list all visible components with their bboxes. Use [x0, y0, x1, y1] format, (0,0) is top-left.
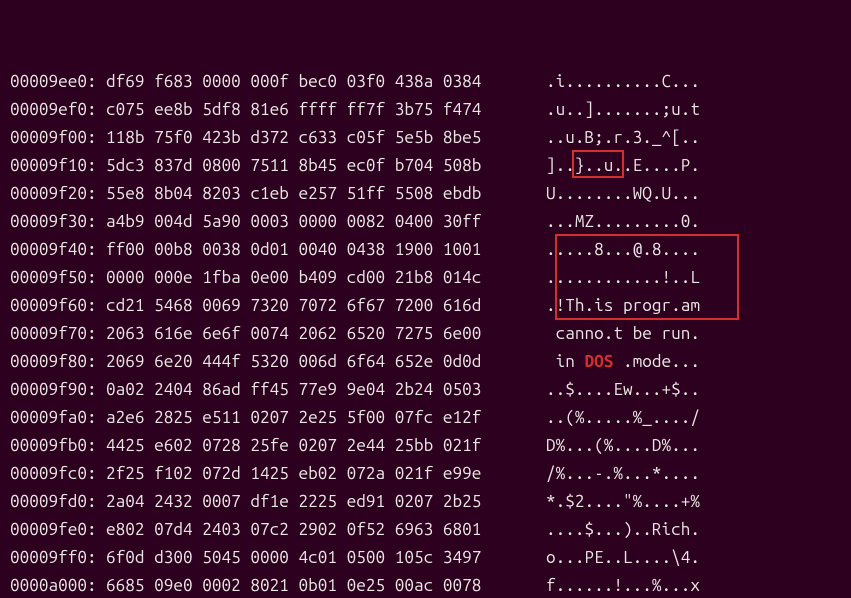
- hex-bytes: a4b9 004d 5a90 0003 0000 0082 0400 30ff: [106, 208, 546, 236]
- ascii: canno.t be run.: [546, 320, 700, 348]
- hex-row: 00009ee0:df69 f683 0000 000f bec0 03f0 4…: [10, 68, 851, 96]
- address: 00009f70:: [10, 320, 106, 348]
- hex-row: 00009f60:cd21 5468 0069 7320 7072 6f67 7…: [10, 292, 851, 320]
- hex-row: 0000a000:6685 09e0 0002 8021 0b01 0e25 0…: [10, 572, 851, 598]
- hex-row: 00009fd0:2a04 2432 0007 df1e 2225 ed91 0…: [10, 488, 851, 516]
- dos-text: DOS: [585, 352, 614, 371]
- hex-bytes: 6685 09e0 0002 8021 0b01 0e25 00ac 0078: [106, 572, 546, 598]
- ascii: .!Th.is progr.am: [546, 292, 700, 320]
- hex-bytes: a2e6 2825 e511 0207 2e25 5f00 07fc e12f: [106, 404, 546, 432]
- hex-row: 00009ff0:6f0d d300 5045 0000 4c01 0500 1…: [10, 544, 851, 572]
- ascii: .i..........C...: [546, 68, 700, 96]
- address: 00009f00:: [10, 124, 106, 152]
- hex-row: 00009f10:5dc3 837d 0800 7511 8b45 ec0f b…: [10, 152, 851, 180]
- hex-row: 00009f70:2063 616e 6e6f 0074 2062 6520 7…: [10, 320, 851, 348]
- ascii: .....8...@.8....: [546, 236, 700, 264]
- hex-row: 00009f50:0000 000e 1fba 0e00 b409 cd00 2…: [10, 264, 851, 292]
- address: 00009fd0:: [10, 488, 106, 516]
- address: 00009f40:: [10, 236, 106, 264]
- hex-row: 00009ef0:c075 ee8b 5df8 81e6 ffff ff7f 3…: [10, 96, 851, 124]
- hex-row: 00009f90:0a02 2404 86ad ff45 77e9 9e04 2…: [10, 376, 851, 404]
- hex-bytes: df69 f683 0000 000f bec0 03f0 438a 0384: [106, 68, 546, 96]
- ascii: D%...(%....D%...: [546, 432, 700, 460]
- address: 0000a000:: [10, 572, 106, 598]
- ascii: U........WQ.U...: [546, 180, 700, 208]
- address: 00009f10:: [10, 152, 106, 180]
- hex-row: 00009f30:a4b9 004d 5a90 0003 0000 0082 0…: [10, 208, 851, 236]
- hex-bytes: 2f25 f102 072d 1425 eb02 072a 021f e99e: [106, 460, 546, 488]
- address: 00009ee0:: [10, 68, 106, 96]
- hex-row: 00009fe0:e802 07d4 2403 07c2 2902 0f52 6…: [10, 516, 851, 544]
- ascii: ....$...)..Rich.: [546, 516, 700, 544]
- hex-bytes: e802 07d4 2403 07c2 2902 0f52 6963 6801: [106, 516, 546, 544]
- hex-row: 00009f20:55e8 8b04 8203 c1eb e257 51ff 5…: [10, 180, 851, 208]
- hex-bytes: 2069 6e20 444f 5320 006d 6f64 652e 0d0d: [106, 348, 546, 376]
- hex-row: 00009fb0:4425 e602 0728 25fe 0207 2e44 2…: [10, 432, 851, 460]
- ascii: *.$2...."%....+%: [546, 488, 700, 516]
- hex-bytes: 55e8 8b04 8203 c1eb e257 51ff 5508 ebdb: [106, 180, 546, 208]
- ascii: /%...-.%...*....: [546, 460, 700, 488]
- ascii: ...MZ.........0.: [546, 208, 700, 236]
- ascii: f......!...%...x: [546, 572, 700, 598]
- address: 00009f80:: [10, 348, 106, 376]
- address: 00009f90:: [10, 376, 106, 404]
- hex-bytes: ff00 00b8 0038 0d01 0040 0438 1900 1001: [106, 236, 546, 264]
- hex-bytes: 5dc3 837d 0800 7511 8b45 ec0f b704 508b: [106, 152, 546, 180]
- address: 00009ef0:: [10, 96, 106, 124]
- ascii: in DOS .mode...: [546, 348, 700, 376]
- hex-bytes: 0000 000e 1fba 0e00 b409 cd00 21b8 014c: [106, 264, 546, 292]
- hex-bytes: c075 ee8b 5df8 81e6 ffff ff7f 3b75 f474: [106, 96, 546, 124]
- ascii: ............!..L: [546, 264, 700, 292]
- ascii: o...PE..L....\4.: [546, 544, 700, 572]
- ascii: ..$....Ew...+$..: [546, 376, 700, 404]
- address: 00009f60:: [10, 292, 106, 320]
- hex-bytes: 4425 e602 0728 25fe 0207 2e44 25bb 021f: [106, 432, 546, 460]
- ascii: ..u.B;.r.3._^[..: [546, 124, 700, 152]
- address: 00009ff0:: [10, 544, 106, 572]
- hex-row: 00009fc0:2f25 f102 072d 1425 eb02 072a 0…: [10, 460, 851, 488]
- hex-row: 00009f40:ff00 00b8 0038 0d01 0040 0438 1…: [10, 236, 851, 264]
- hex-bytes: 2063 616e 6e6f 0074 2062 6520 7275 6e00: [106, 320, 546, 348]
- ascii: .u..].......;u.t: [546, 96, 700, 124]
- hex-bytes: 0a02 2404 86ad ff45 77e9 9e04 2b24 0503: [106, 376, 546, 404]
- hex-bytes: cd21 5468 0069 7320 7072 6f67 7200 616d: [106, 292, 546, 320]
- hex-row: 00009fa0:a2e6 2825 e511 0207 2e25 5f00 0…: [10, 404, 851, 432]
- address: 00009f20:: [10, 180, 106, 208]
- hex-bytes: 2a04 2432 0007 df1e 2225 ed91 0207 2b25: [106, 488, 546, 516]
- address: 00009fa0:: [10, 404, 106, 432]
- address: 00009fe0:: [10, 516, 106, 544]
- ascii: ..(%.....%_..../: [546, 404, 700, 432]
- hexdump-viewer: 00009ee0:df69 f683 0000 000f bec0 03f0 4…: [0, 0, 851, 598]
- hex-bytes: 6f0d d300 5045 0000 4c01 0500 105c 3497: [106, 544, 546, 572]
- ascii: ]..}..u..E....P.: [546, 152, 700, 180]
- hex-row: 00009f80:2069 6e20 444f 5320 006d 6f64 6…: [10, 348, 851, 376]
- hex-bytes: 118b 75f0 423b d372 c633 c05f 5e5b 8be5: [106, 124, 546, 152]
- address: 00009fc0:: [10, 460, 106, 488]
- address: 00009f30:: [10, 208, 106, 236]
- address: 00009f50:: [10, 264, 106, 292]
- hex-row: 00009f00:118b 75f0 423b d372 c633 c05f 5…: [10, 124, 851, 152]
- address: 00009fb0:: [10, 432, 106, 460]
